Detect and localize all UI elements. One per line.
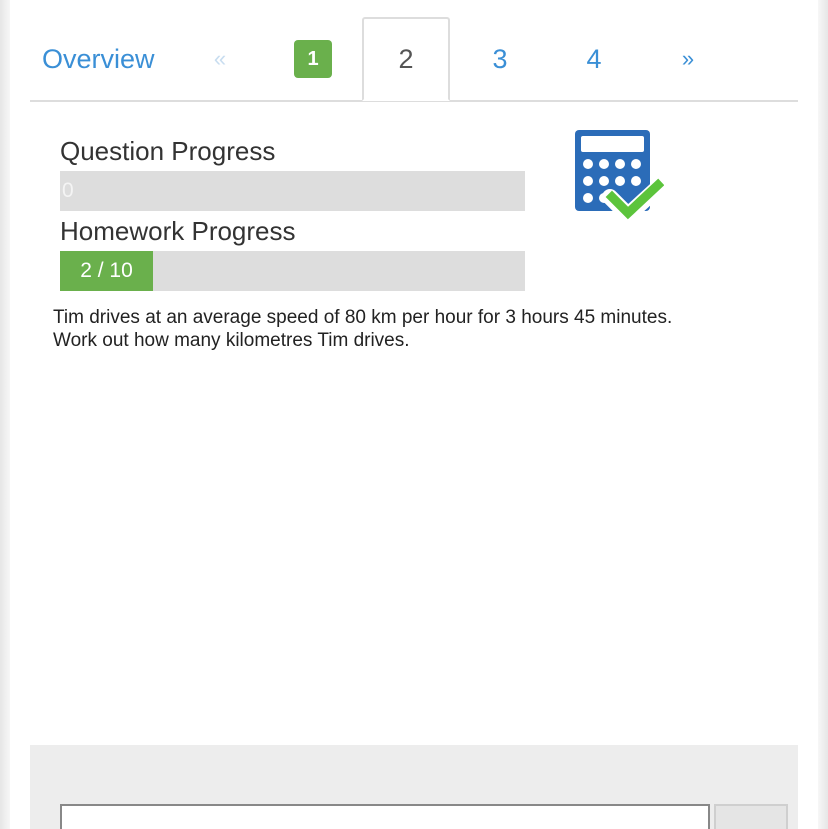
question-line-1: Tim drives at an average speed of 80 km …: [53, 307, 673, 328]
answer-unit-button[interactable]: [714, 804, 788, 829]
tab-next[interactable]: »: [644, 18, 732, 100]
question-progress-value: 0: [62, 179, 74, 202]
homework-progress-value: 2 / 10: [80, 259, 133, 282]
tab-page-2-active[interactable]: 2: [362, 17, 450, 101]
right-shadow: [818, 0, 828, 829]
tab-page-3[interactable]: 3: [456, 18, 544, 100]
answer-panel: [30, 745, 798, 829]
left-shadow: [0, 0, 10, 829]
question-text: Tim drives at an average speed of 80 km …: [53, 306, 793, 352]
tab-page-4[interactable]: 4: [550, 18, 638, 100]
page: Overview « 1 2 3 4 » Question Progress 0…: [0, 0, 828, 829]
homework-progress-label: Homework Progress: [60, 216, 296, 246]
question-progress-bar: 0: [60, 171, 525, 211]
homework-progress-fill: 2 / 10: [60, 251, 153, 291]
question-progress-label: Question Progress: [60, 136, 276, 166]
tab-page-1[interactable]: 1: [280, 18, 346, 100]
question-tabs: Overview « 1 2 3 4 »: [30, 0, 798, 102]
question-line-2: Work out how many kilometres Tim drives.: [53, 330, 410, 351]
completed-badge: 1: [294, 40, 332, 78]
calculator-check-icon: [574, 129, 670, 224]
homework-progress-bar: 2 / 10: [60, 251, 525, 291]
tab-previous[interactable]: «: [198, 18, 242, 100]
answer-input[interactable]: [60, 804, 710, 829]
tab-overview[interactable]: Overview: [30, 18, 182, 100]
